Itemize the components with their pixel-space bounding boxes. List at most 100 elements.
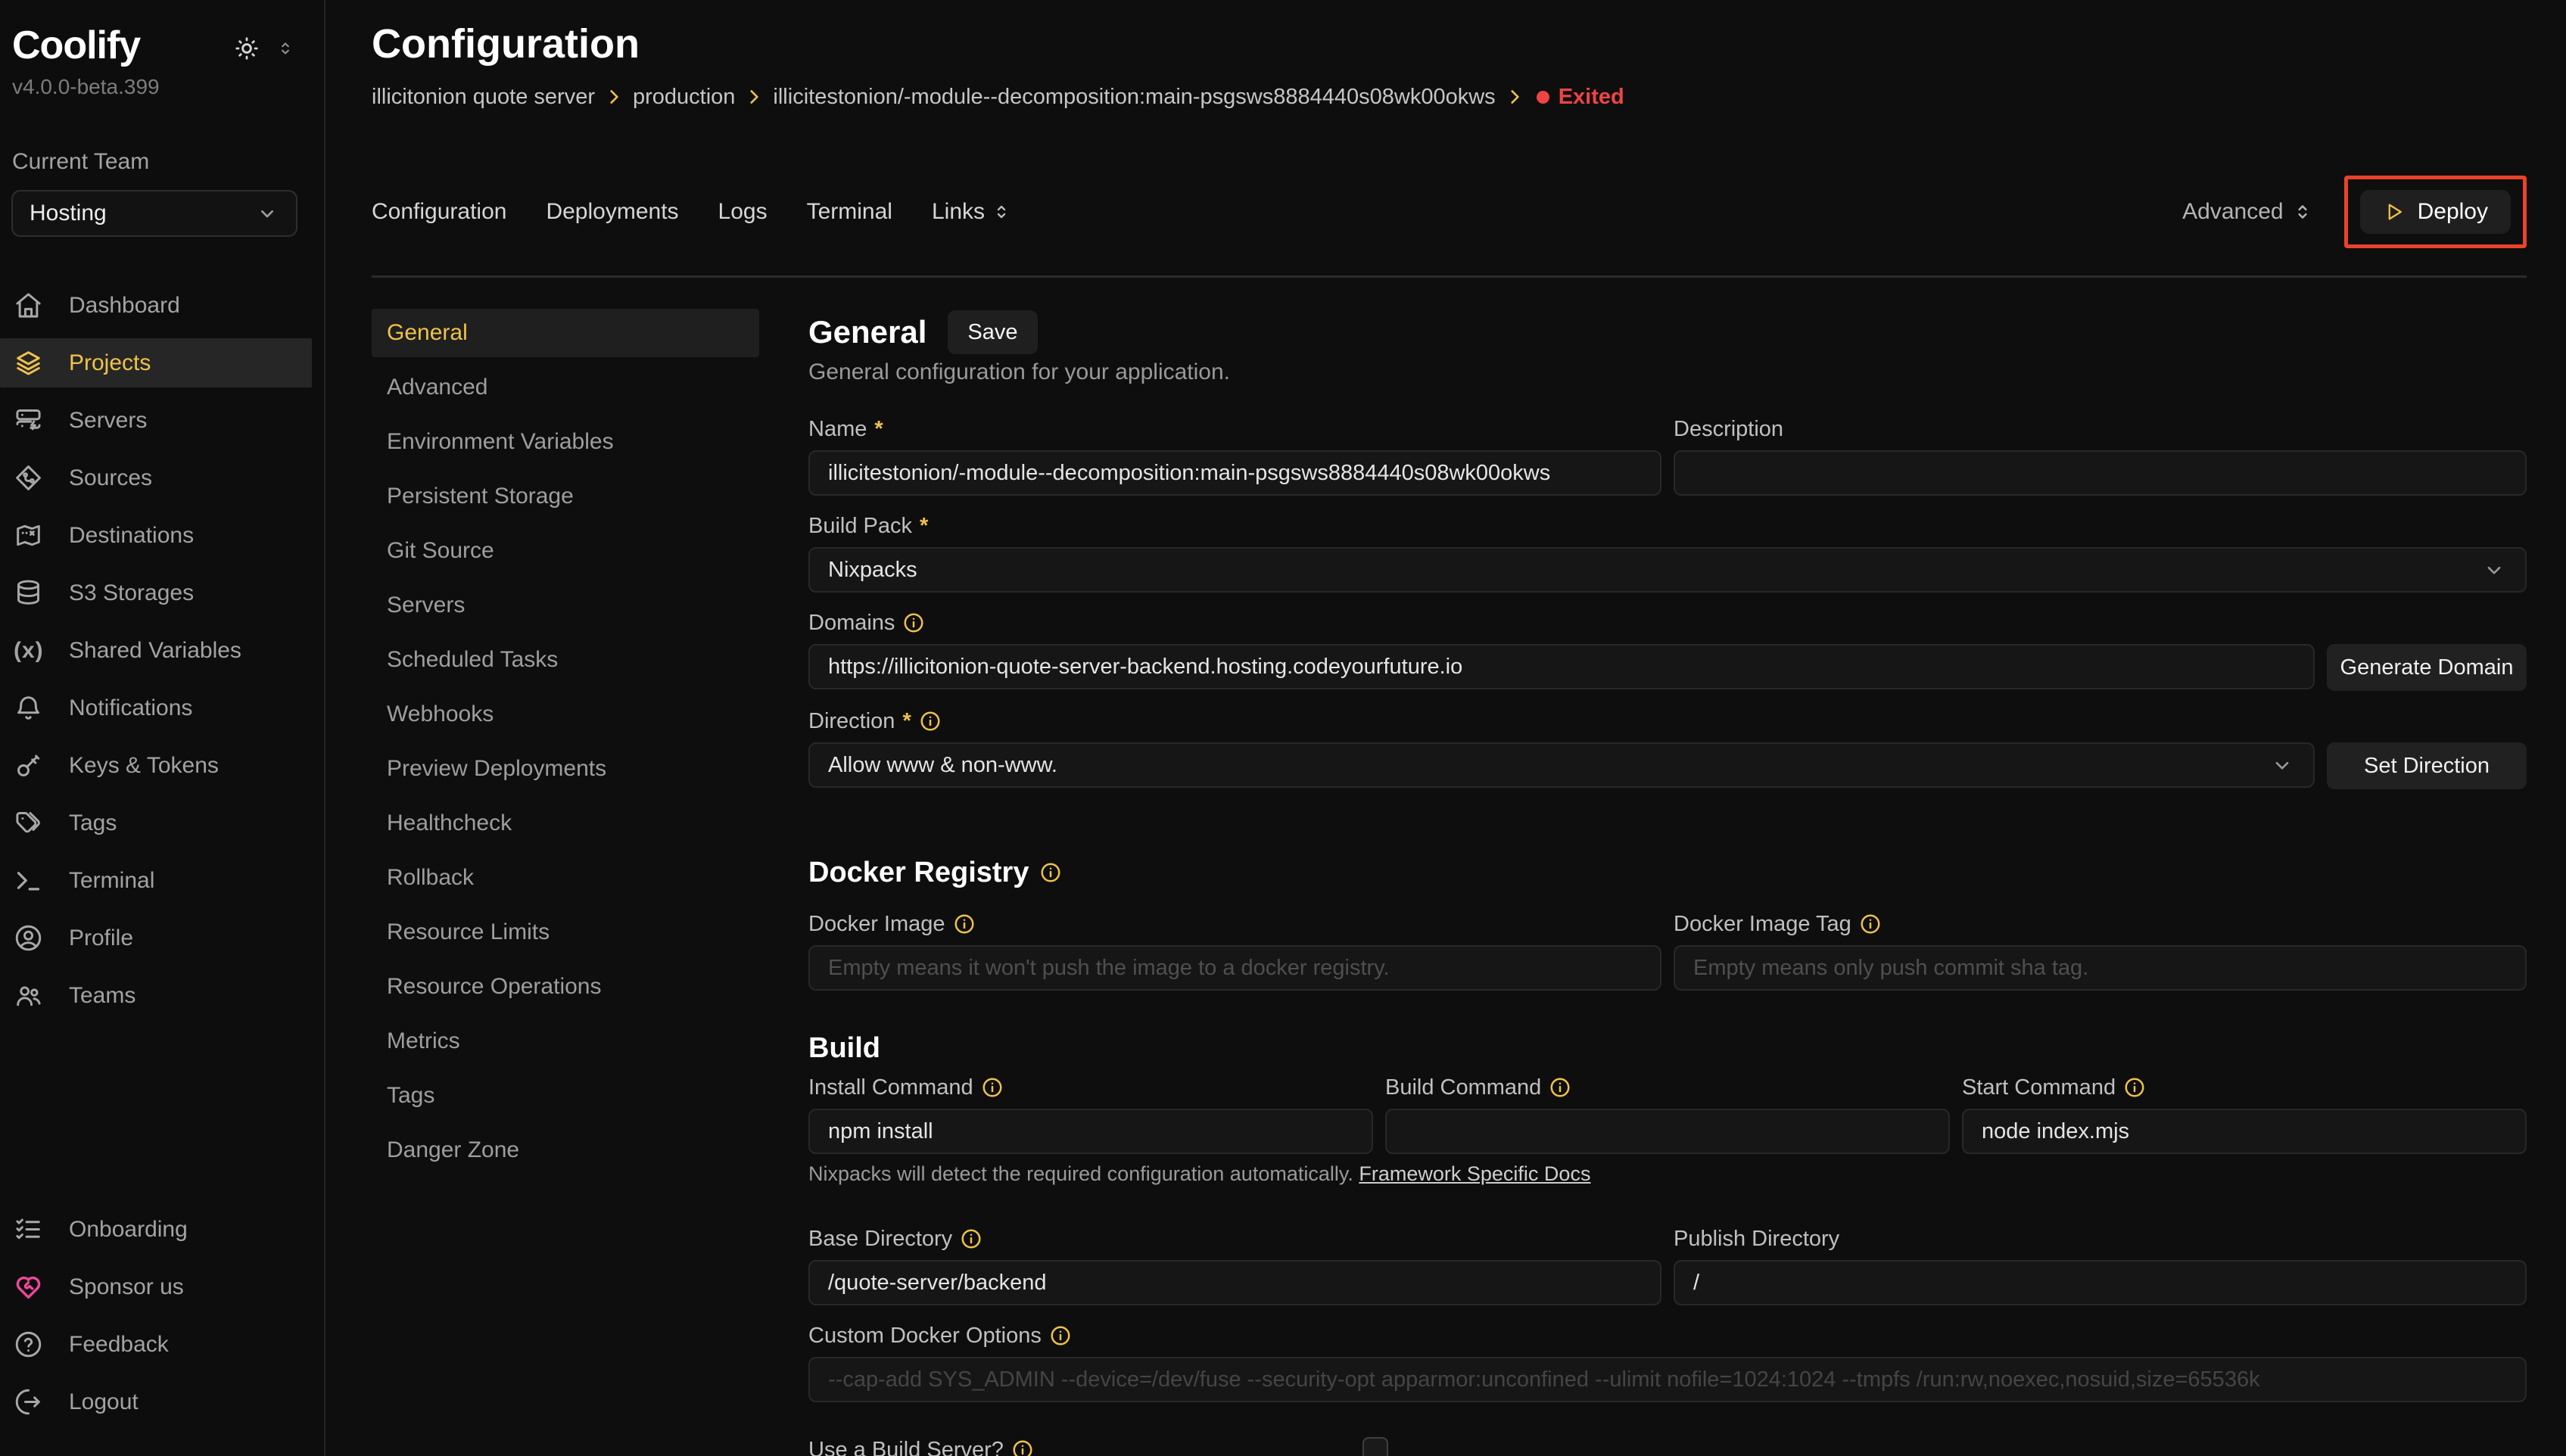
sidebar-item-sources[interactable]: Sources	[0, 453, 324, 502]
main-content: Configuration illicitonion quote server …	[325, 0, 2566, 1456]
breadcrumb-application[interactable]: illicitestonion/-module--decomposition:m…	[773, 83, 1495, 110]
deploy-highlight-box: Deploy	[2344, 176, 2527, 248]
database-icon	[14, 578, 43, 608]
sidebar-item-label: Terminal	[69, 868, 154, 894]
advanced-dropdown[interactable]: Advanced	[2182, 199, 2313, 225]
menu-item-resource-limits[interactable]: Resource Limits	[372, 908, 759, 957]
tab-configuration[interactable]: Configuration	[372, 199, 506, 225]
tab-deployments[interactable]: Deployments	[546, 199, 678, 225]
sidebar-item-destinations[interactable]: Destinations	[0, 511, 324, 560]
menu-item-environment-variables[interactable]: Environment Variables	[372, 418, 759, 466]
sidebar-item-label: Profile	[69, 926, 133, 951]
sidebar-item-label: Projects	[69, 350, 151, 376]
sidebar-item-keys-tokens[interactable]: Keys & Tokens	[0, 741, 324, 790]
install-command-label: Install Command	[808, 1074, 1373, 1101]
tab-logs[interactable]: Logs	[718, 199, 768, 225]
publish-directory-input[interactable]	[1674, 1260, 2527, 1305]
chevron-down-icon	[2269, 752, 2295, 778]
start-command-input[interactable]	[1962, 1109, 2527, 1154]
menu-item-resource-operations[interactable]: Resource Operations	[372, 963, 759, 1011]
sidebar-item-notifications[interactable]: Notifications	[0, 683, 324, 733]
menu-item-general[interactable]: General	[372, 309, 759, 357]
sidebar-item-teams[interactable]: Teams	[0, 971, 324, 1020]
generate-domain-button[interactable]: Generate Domain	[2327, 644, 2527, 691]
tab-terminal[interactable]: Terminal	[807, 199, 892, 225]
sidebar-item-dashboard[interactable]: Dashboard	[0, 281, 324, 330]
sidebar-item-label: Feedback	[69, 1332, 169, 1358]
build-command-label: Build Command	[1385, 1074, 1950, 1101]
custom-docker-options-label: Custom Docker Options	[808, 1322, 2527, 1349]
menu-item-git-source[interactable]: Git Source	[372, 527, 759, 575]
menu-item-preview-deployments[interactable]: Preview Deployments	[372, 745, 759, 793]
team-select[interactable]: Hosting	[11, 190, 297, 237]
general-form: General Save General configuration for y…	[808, 309, 2527, 1456]
menu-item-danger-zone[interactable]: Danger Zone	[372, 1126, 759, 1174]
sidebar-item-sponsor[interactable]: Sponsor us	[0, 1262, 324, 1311]
app-logo: Coolify	[12, 24, 140, 67]
breadcrumb-environment[interactable]: production	[633, 83, 735, 110]
menu-item-servers[interactable]: Servers	[372, 581, 759, 630]
info-icon	[960, 1227, 982, 1250]
theme-select-chevrons-icon[interactable]	[276, 39, 295, 58]
menu-item-persistent-storage[interactable]: Persistent Storage	[372, 472, 759, 521]
chevron-right-icon	[1505, 87, 1524, 107]
required-asterisk: *	[920, 512, 928, 540]
build-pack-label: Build Pack*	[808, 512, 2527, 540]
description-input[interactable]	[1674, 450, 2527, 496]
custom-docker-options-input[interactable]	[808, 1357, 2527, 1402]
menu-item-scheduled-tasks[interactable]: Scheduled Tasks	[372, 636, 759, 684]
sidebar-item-projects[interactable]: Projects	[0, 338, 312, 387]
name-input[interactable]	[808, 450, 1661, 496]
theme-toggle-sun-icon[interactable]	[233, 35, 260, 62]
sidebar-item-onboarding[interactable]: Onboarding	[0, 1205, 324, 1254]
sidebar-item-shared-variables[interactable]: (x) Shared Variables	[0, 626, 324, 675]
shared-variables-icon: (x)	[14, 638, 43, 664]
home-icon	[14, 291, 43, 320]
sidebar-nav: Dashboard Projects Servers Sources Desti…	[0, 281, 324, 1028]
sidebar-item-terminal[interactable]: Terminal	[0, 856, 324, 905]
framework-docs-link[interactable]: Framework Specific Docs	[1359, 1162, 1590, 1185]
install-command-input[interactable]	[808, 1109, 1373, 1154]
docker-image-input[interactable]	[808, 945, 1661, 991]
set-direction-button[interactable]: Set Direction	[2327, 742, 2527, 789]
menu-item-tags[interactable]: Tags	[372, 1072, 759, 1120]
menu-item-healthcheck[interactable]: Healthcheck	[372, 799, 759, 848]
menu-item-advanced[interactable]: Advanced	[372, 363, 759, 412]
chevrons-up-down-icon	[2291, 201, 2314, 223]
required-asterisk: *	[874, 415, 883, 443]
sidebar-item-logout[interactable]: Logout	[0, 1377, 324, 1426]
menu-item-metrics[interactable]: Metrics	[372, 1017, 759, 1066]
domains-input[interactable]	[808, 644, 2315, 689]
sidebar-item-profile[interactable]: Profile	[0, 913, 324, 963]
app-version: v4.0.0-beta.399	[0, 75, 324, 99]
direction-select[interactable]: Allow www & non-www.	[808, 742, 2315, 788]
section-title: General	[808, 309, 926, 356]
build-server-checkbox[interactable]	[1362, 1437, 1388, 1456]
sidebar-item-label: Dashboard	[69, 293, 180, 319]
sidebar-item-servers[interactable]: Servers	[0, 396, 324, 445]
key-icon	[14, 751, 43, 780]
tags-icon	[14, 808, 43, 838]
info-icon	[953, 913, 976, 935]
build-command-input[interactable]	[1385, 1109, 1950, 1154]
sidebar-item-s3-storages[interactable]: S3 Storages	[0, 568, 324, 618]
logout-icon	[14, 1387, 43, 1417]
build-server-row: Use a Build Server?	[808, 1437, 2527, 1456]
tab-links[interactable]: Links	[932, 199, 1012, 225]
save-button[interactable]: Save	[948, 310, 1037, 354]
direction-label: Direction*	[808, 708, 2527, 735]
team-select-value: Hosting	[30, 201, 107, 226]
breadcrumb-project[interactable]: illicitonion quote server	[372, 83, 595, 110]
build-pack-select[interactable]: Nixpacks	[808, 547, 2527, 593]
menu-item-webhooks[interactable]: Webhooks	[372, 690, 759, 739]
deploy-button[interactable]: Deploy	[2360, 190, 2511, 234]
status-dot	[1537, 91, 1549, 104]
description-label: Description	[1674, 415, 2527, 443]
base-directory-input[interactable]	[808, 1260, 1661, 1305]
chevrons-up-down-icon	[991, 201, 1012, 222]
docker-image-tag-input[interactable]	[1674, 945, 2527, 991]
docker-image-label: Docker Image	[808, 910, 1661, 938]
menu-item-rollback[interactable]: Rollback	[372, 854, 759, 902]
sidebar-item-feedback[interactable]: Feedback	[0, 1320, 324, 1369]
sidebar-item-tags[interactable]: Tags	[0, 798, 324, 848]
